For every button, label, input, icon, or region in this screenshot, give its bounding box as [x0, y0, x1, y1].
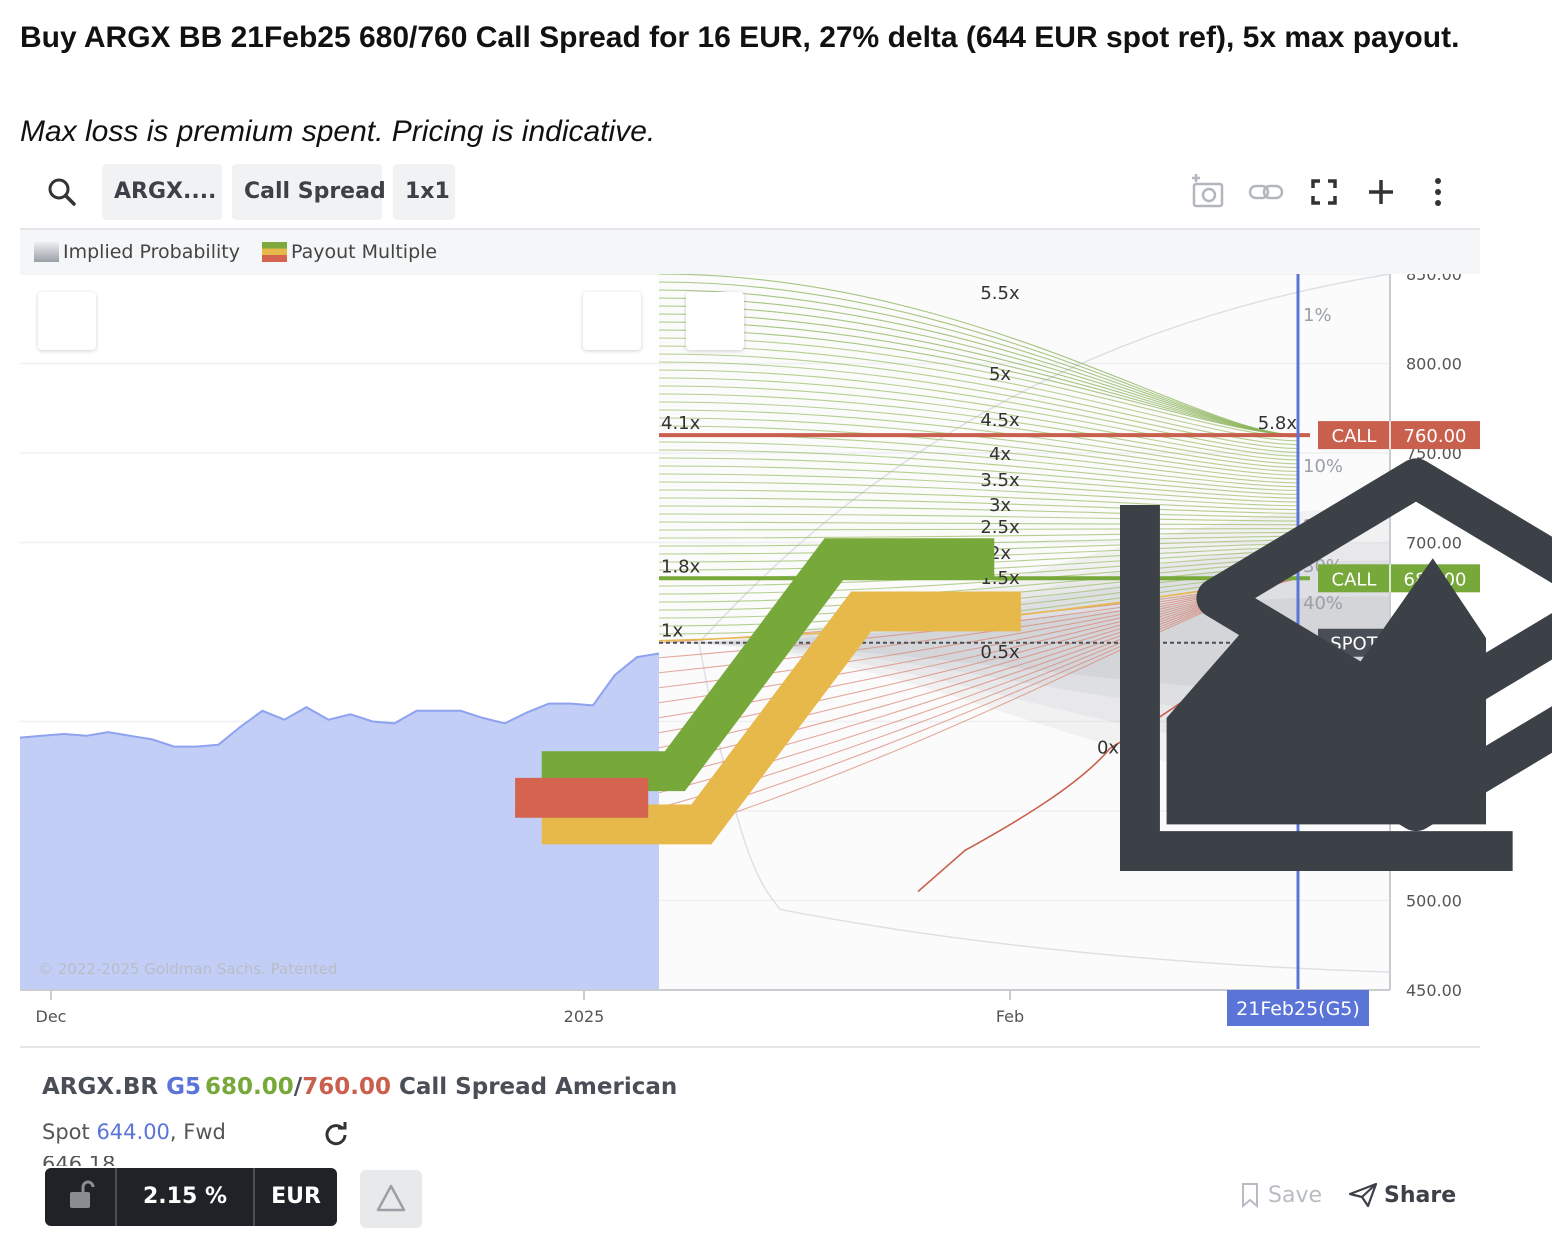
- currency-field[interactable]: EUR: [255, 1168, 337, 1226]
- desc-separator: /: [293, 1074, 303, 1100]
- ratio-chip[interactable]: 1x1: [393, 164, 455, 220]
- bookmark-icon: [1242, 1183, 1258, 1209]
- unlock-icon: [70, 1180, 95, 1208]
- layers-button[interactable]: [686, 292, 1552, 832]
- chart-type-button[interactable]: [583, 292, 1513, 871]
- add-button[interactable]: [1359, 170, 1403, 214]
- legend-implied-probability[interactable]: Implied Probability: [34, 240, 240, 264]
- fullscreen-icon: [1311, 179, 1337, 205]
- ticker-chip[interactable]: ARGX....: [102, 164, 222, 220]
- divider: [20, 1046, 1480, 1048]
- share-button[interactable]: Share: [1348, 1182, 1456, 1208]
- fwd-value: 646.18: [42, 1156, 162, 1166]
- refresh-icon: [325, 1122, 347, 1146]
- legend-implied-probability-label: Implied Probability: [63, 241, 240, 263]
- alert-button[interactable]: [360, 1170, 422, 1228]
- layers-icon: [1196, 458, 1552, 832]
- save-button[interactable]: Save: [1240, 1182, 1323, 1209]
- desc-low-strike: 680.00: [205, 1074, 294, 1100]
- desc-ticker: ARGX.BR: [42, 1074, 159, 1100]
- spot-value: 644.00: [96, 1120, 170, 1144]
- subline: Max loss is premium spent. Pricing is in…: [20, 115, 656, 148]
- triangle-icon: [376, 1184, 406, 1212]
- toolbar: ARGX.... Call Spread 1x1: [20, 162, 1480, 222]
- spot-label: Spot: [42, 1120, 90, 1144]
- link-icon: [1248, 184, 1284, 200]
- legend-payout-multiple-label: Payout Multiple: [291, 241, 438, 263]
- plus-icon: [1369, 180, 1393, 204]
- y-tick-label: 850.00: [1406, 274, 1462, 284]
- save-label: Save: [1268, 1183, 1323, 1208]
- desc-type: Call Spread American: [398, 1074, 678, 1100]
- spot-fwd-line: Spot 644.00, Fwd: [42, 1120, 226, 1144]
- legend-bar: Implied Probability Payout Multiple: [20, 228, 1480, 274]
- implied-probability-swatch: [34, 242, 59, 262]
- strategy-chip[interactable]: Call Spread: [232, 164, 386, 220]
- payout-multiple-swatch: [262, 242, 287, 262]
- camera-plus-icon: [1192, 174, 1224, 208]
- more-button[interactable]: [1416, 170, 1460, 214]
- link-button[interactable]: [1244, 170, 1288, 214]
- lock-toggle[interactable]: [45, 1168, 117, 1226]
- desc-expiry-code: G5: [166, 1074, 202, 1100]
- payout-chart[interactable]: 850.00800.00750.00700.00600.00550.00500.…: [20, 274, 1552, 1046]
- pricing-controls: 2.15 % EUR: [45, 1168, 337, 1226]
- headline: Buy ARGX BB 21Feb25 680/760 Call Spread …: [20, 21, 1460, 54]
- more-vertical-icon: [1435, 178, 1441, 206]
- search-button[interactable]: [40, 172, 84, 212]
- fwd-label: , Fwd: [169, 1120, 226, 1144]
- trade-description: ARGX.BR G5 680.00/760.00 Call Spread Ame…: [42, 1074, 677, 1100]
- send-icon: [1348, 1182, 1378, 1208]
- rate-field[interactable]: 2.15 %: [117, 1168, 255, 1226]
- search-icon: [48, 178, 76, 206]
- refresh-button[interactable]: [322, 1120, 350, 1148]
- legend-payout-multiple[interactable]: Payout Multiple: [262, 240, 437, 264]
- desc-high-strike: 760.00: [302, 1074, 391, 1100]
- fullscreen-button[interactable]: [1302, 170, 1346, 214]
- strategy-toggle-button[interactable]: [38, 292, 1021, 845]
- share-label: Share: [1384, 1183, 1457, 1208]
- snapshot-button[interactable]: [1186, 170, 1230, 214]
- fwd-value-clipped: 646.18: [42, 1156, 162, 1166]
